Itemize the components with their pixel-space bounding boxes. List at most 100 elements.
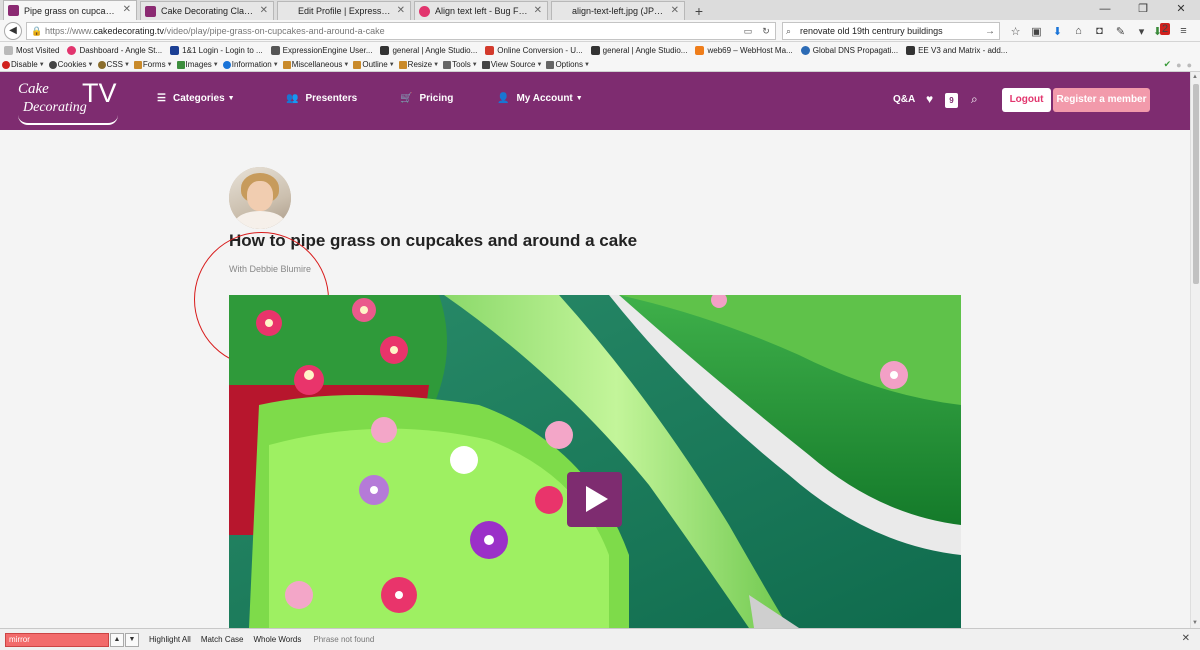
dev-menu-cookies[interactable]: Cookies ▼ — [48, 60, 94, 69]
video-player[interactable] — [229, 295, 961, 628]
check-icon: ✔ — [1163, 59, 1172, 69]
status-dot-icon: ● — [1186, 59, 1192, 70]
close-tab-icon[interactable]: ✕ — [123, 4, 131, 15]
minimize-button[interactable]: — — [1086, 0, 1124, 20]
close-tab-icon[interactable]: ✕ — [534, 5, 542, 16]
bookmark-item[interactable]: 1&1 Login - Login to ... — [170, 45, 263, 55]
bookmark-item[interactable]: general | Angle Studio... — [380, 45, 477, 55]
logo-text-decorating: Decorating — [23, 100, 87, 115]
view-source-icon — [481, 60, 490, 69]
browser-tab[interactable]: align-text-left.jpg (JPEG Image... ✕ — [551, 1, 685, 20]
find-previous-button[interactable]: ▲ — [110, 632, 124, 647]
close-tab-icon[interactable]: ✕ — [671, 5, 679, 16]
bookmark-item[interactable]: Most Visited — [4, 45, 60, 55]
download-icon[interactable]: ⬇ — [1047, 25, 1068, 38]
scroll-down-icon[interactable]: ▼ — [1192, 620, 1198, 626]
address-bar[interactable]: 🔒 https://www.cakedecorating.tv/video/pl… — [26, 22, 776, 40]
bookmark-star-icon[interactable]: ☆ — [1005, 25, 1026, 38]
qa-link[interactable]: Q&A — [893, 94, 915, 105]
find-status: Phrase not found — [313, 635, 375, 644]
close-tab-icon[interactable]: ✕ — [260, 5, 268, 16]
browser-tab[interactable]: Edit Profile | ExpressionEngine ✕ — [277, 1, 411, 20]
scrollbar-thumb[interactable] — [1193, 84, 1199, 284]
avatar-body — [235, 211, 285, 229]
dev-menu-resize[interactable]: Resize ▼ — [398, 60, 439, 69]
dev-menu-information[interactable]: Information ▼ — [222, 60, 279, 69]
arrow-right-icon[interactable]: → — [985, 26, 999, 37]
dropdown-icon[interactable]: ▾ — [1131, 25, 1152, 38]
close-icon[interactable]: ✕ — [1182, 633, 1190, 644]
page-favicon-icon — [556, 6, 567, 17]
reader-view-icon[interactable]: ▭ — [739, 26, 757, 37]
heart-icon[interactable]: ♥ — [926, 92, 933, 106]
highlight-all-toggle[interactable]: Highlight All — [149, 635, 191, 644]
search-input[interactable]: renovate old 19th centrury buildings — [800, 26, 985, 36]
nav-categories[interactable]: ☰ Categories ▼ — [157, 93, 235, 104]
nav-my-account[interactable]: 👤 My Account ▼ — [497, 93, 583, 104]
bookmark-label: ExpressionEngine User... — [282, 45, 373, 55]
scroll-up-icon[interactable]: ▲ — [1192, 74, 1198, 80]
extension-icon[interactable]: ✎ — [1110, 25, 1131, 38]
dev-menu-forms[interactable]: Forms ▼ — [133, 60, 173, 69]
browser-tab[interactable]: Pipe grass on cupcakes an... ✕ — [3, 0, 137, 20]
bookmark-item[interactable]: Dashboard - Angle St... — [67, 45, 162, 55]
bookmark-item[interactable]: web69 – WebHost Ma... — [695, 45, 793, 55]
chevron-down-icon: ▼ — [388, 61, 395, 68]
search-bar[interactable]: ⌕ renovate old 19th centrury buildings → — [782, 22, 1000, 40]
dev-menu-outline[interactable]: Outline ▼ — [353, 60, 395, 69]
chevron-down-icon: ▼ — [343, 61, 350, 68]
dev-menu-images[interactable]: Images ▼ — [176, 60, 219, 69]
maximize-button[interactable]: ❐ — [1124, 0, 1162, 20]
dev-menu-label: Forms — [142, 60, 166, 69]
pocket-icon[interactable]: ◘ — [1089, 25, 1110, 37]
play-button[interactable] — [567, 472, 622, 527]
bookmark-item[interactable]: general | Angle Studio... — [590, 45, 687, 55]
nav-pricing[interactable]: 🛒 Pricing — [400, 93, 453, 104]
logo-swoosh — [18, 115, 118, 125]
dev-menu-css[interactable]: CSS ▼ — [97, 60, 130, 69]
browser-tab[interactable]: Align text left - Bug Fixes /... ✕ — [414, 1, 548, 20]
new-tab-button[interactable]: + — [688, 1, 710, 20]
whole-words-toggle[interactable]: Whole Words — [254, 635, 302, 644]
vertical-scrollbar[interactable]: ▲ ▼ — [1190, 72, 1200, 628]
dev-menu-disable[interactable]: Disable ▼ — [2, 60, 45, 69]
back-button[interactable]: ◀ — [4, 22, 22, 40]
register-member-button[interactable]: Register a member — [1053, 88, 1150, 112]
information-icon — [222, 60, 231, 69]
dev-menu-miscellaneous[interactable]: Miscellaneous ▼ — [282, 60, 350, 69]
close-tab-icon[interactable]: ✕ — [397, 5, 405, 16]
bookmark-item[interactable]: Online Conversion - U... — [485, 45, 583, 55]
dev-menu-options[interactable]: Options ▼ — [546, 60, 590, 69]
nav-presenters[interactable]: 👥 Presenters — [286, 93, 357, 104]
close-window-button[interactable]: ✕ — [1162, 0, 1200, 20]
tab-title: align-text-left.jpg (JPEG Image... — [572, 6, 666, 16]
toolbar-icons: ☆ ▣ ⬇ ⌂ ◘ ✎ ▾ ⬇2 ≡ — [1005, 22, 1194, 40]
dev-menu-view-source[interactable]: View Source ▼ — [481, 60, 542, 69]
dev-menu-label: Disable — [11, 60, 38, 69]
match-case-toggle[interactable]: Match Case — [201, 635, 244, 644]
bookmark-item[interactable]: EE V3 and Matrix - add... — [906, 45, 1007, 55]
url-text[interactable]: https://www.cakedecorating.tv/video/play… — [45, 26, 739, 36]
reload-icon[interactable]: ↻ — [757, 26, 775, 37]
browser-tab[interactable]: Cake Decorating Classes A... ✕ — [140, 1, 274, 20]
page-content: How to pipe grass on cupcakes and around… — [0, 130, 1190, 628]
tab-title: Pipe grass on cupcakes an... — [24, 5, 118, 16]
favorites-count-badge[interactable]: 9 — [945, 93, 958, 108]
menu-icon[interactable]: ≡ — [1173, 25, 1194, 37]
dev-menu-tools[interactable]: Tools ▼ — [443, 60, 478, 69]
dev-menu-label: CSS — [106, 60, 123, 69]
search-icon: ⌕ — [786, 25, 792, 36]
clipboard-icon[interactable]: ▣ — [1026, 25, 1047, 38]
search-icon[interactable]: ⌕ — [971, 92, 978, 107]
bookmark-item[interactable]: ExpressionEngine User... — [270, 45, 373, 55]
site-favicon-icon — [695, 45, 705, 55]
site-logo[interactable]: Cake TV Decorating — [18, 78, 118, 125]
find-next-button[interactable]: ▼ — [125, 632, 139, 647]
presenter-avatar[interactable] — [229, 167, 291, 229]
home-icon[interactable]: ⌂ — [1068, 25, 1089, 37]
bookmark-item[interactable]: Global DNS Propagati... — [800, 45, 898, 55]
logout-button[interactable]: Logout — [1002, 88, 1051, 112]
bookmark-label: Most Visited — [16, 45, 60, 55]
find-input[interactable]: mirror — [5, 632, 109, 647]
notification-icon[interactable]: ⬇2 — [1152, 22, 1173, 38]
